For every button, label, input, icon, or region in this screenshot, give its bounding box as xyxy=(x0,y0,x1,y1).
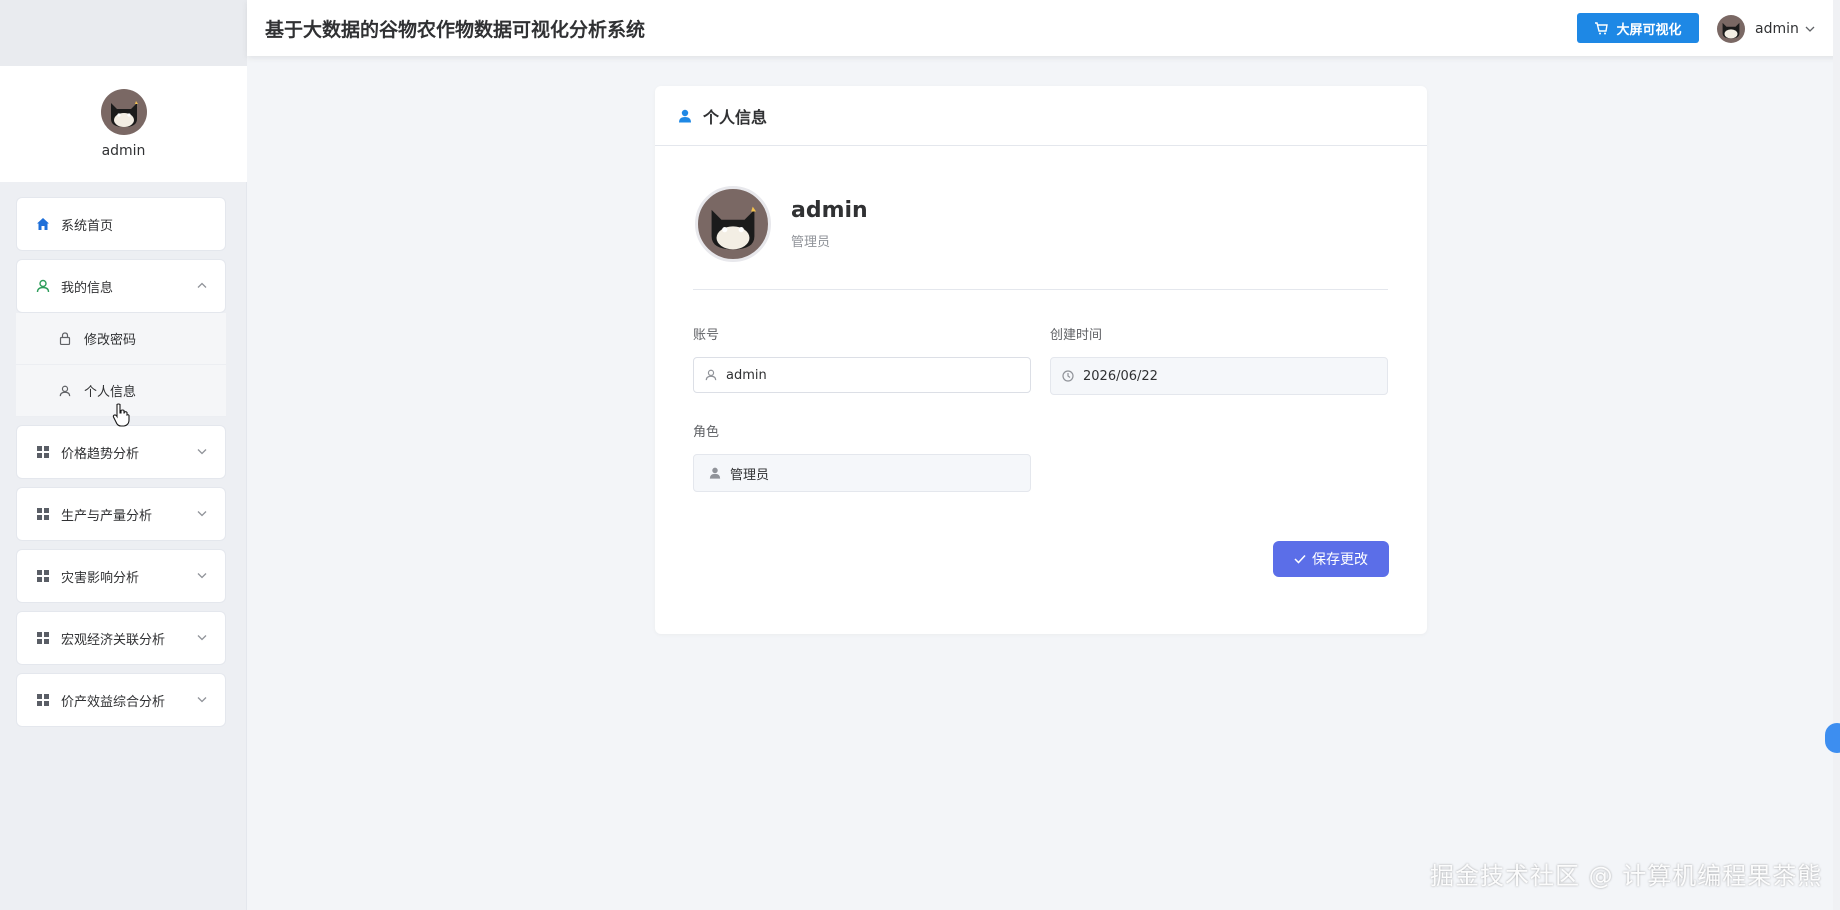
user-menu[interactable]: admin xyxy=(1717,14,1815,44)
home-icon xyxy=(35,216,51,232)
chevron-down-icon xyxy=(197,571,207,582)
bigscreen-button[interactable]: 大屏可视化 xyxy=(1577,13,1699,43)
profile-summary: admin 管理员 xyxy=(695,186,868,262)
chevron-down-icon xyxy=(197,447,207,458)
grid-icon xyxy=(35,692,51,708)
grid-icon xyxy=(35,506,51,522)
role-label: 角色 xyxy=(693,425,720,440)
sidebar-item-my-info[interactable]: 我的信息 xyxy=(16,259,226,313)
sidebar-top-strip xyxy=(0,0,247,66)
sidebar-menu: 系统首页 我的信息 修改密码 个人信息 价格趋势分析 生产与产量分析 灾害影响分… xyxy=(16,197,226,735)
lock-icon xyxy=(58,332,72,346)
clock-icon xyxy=(1061,369,1075,383)
profile-role: 管理员 xyxy=(791,235,831,250)
cat-avatar-icon xyxy=(110,101,138,128)
user-menu-name: admin xyxy=(1755,21,1799,37)
sidebar-item-label: 个人信息 xyxy=(84,385,137,400)
sidebar-item-production[interactable]: 生产与产量分析 xyxy=(16,487,226,541)
created-time-value: 2026/06/22 xyxy=(1083,368,1158,384)
app-title: 基于大数据的谷物农作物数据可视化分析系统 xyxy=(265,18,646,41)
save-button[interactable]: 保存更改 xyxy=(1273,541,1389,577)
hand-cursor-icon xyxy=(112,403,130,431)
sidebar-item-change-password[interactable]: 修改密码 xyxy=(16,313,226,365)
user-icon xyxy=(35,278,51,294)
grid-icon xyxy=(35,630,51,646)
chevron-down-icon xyxy=(197,509,207,520)
user-icon xyxy=(677,108,693,124)
role-field: 管理员 xyxy=(693,454,1031,492)
user-icon xyxy=(708,466,722,480)
sidebar-item-label: 灾害影响分析 xyxy=(61,570,140,586)
sidebar-profile-name: admin xyxy=(101,143,146,159)
cat-avatar-icon xyxy=(711,206,757,249)
user-icon xyxy=(704,368,718,382)
sidebar-item-disaster[interactable]: 灾害影响分析 xyxy=(16,549,226,603)
personal-info-card: 个人信息 admin 管理员 账号 admin 创建时间 2026/06/22 … xyxy=(655,86,1427,634)
account-field[interactable]: admin xyxy=(693,357,1031,393)
sidebar-item-macro[interactable]: 宏观经济关联分析 xyxy=(16,611,226,665)
chevron-down-icon xyxy=(197,695,207,706)
avatar[interactable] xyxy=(100,89,147,135)
sidebar-item-home[interactable]: 系统首页 xyxy=(16,197,226,251)
grid-icon xyxy=(35,444,51,460)
top-header: 基于大数据的谷物农作物数据可视化分析系统 大屏可视化 admin xyxy=(247,0,1840,56)
created-time-field: 2026/06/22 xyxy=(1050,357,1388,395)
sidebar-item-label: 修改密码 xyxy=(84,333,137,348)
sidebar-item-label: 宏观经济关联分析 xyxy=(61,632,166,648)
created-time-label: 创建时间 xyxy=(1050,328,1103,343)
user-icon xyxy=(58,384,72,398)
sidebar-item-price-trend[interactable]: 价格趋势分析 xyxy=(16,425,226,479)
sidebar-item-label: 我的信息 xyxy=(61,280,114,296)
account-label: 账号 xyxy=(693,328,720,343)
sidebar-profile: admin xyxy=(0,66,247,182)
chevron-up-icon xyxy=(197,281,207,292)
cart-icon xyxy=(1594,21,1609,35)
check-icon xyxy=(1294,554,1306,564)
card-header: 个人信息 xyxy=(655,86,1427,146)
sidebar-submenu-my-info: 修改密码 个人信息 xyxy=(16,313,226,417)
watermark: 掘金技术社区 @ 计算机编程果茶熊 xyxy=(1430,862,1823,890)
chevron-down-icon xyxy=(197,633,207,644)
sidebar-item-label: 生产与产量分析 xyxy=(61,508,153,524)
divider xyxy=(693,289,1388,290)
card-title: 个人信息 xyxy=(703,107,768,127)
profile-name: admin xyxy=(791,198,868,223)
cat-avatar-icon xyxy=(1722,23,1740,39)
role-value: 管理员 xyxy=(730,467,770,483)
chevron-down-icon xyxy=(1805,24,1815,35)
save-button-label: 保存更改 xyxy=(1312,551,1368,567)
sidebar: admin 系统首页 我的信息 修改密码 个人信息 价格趋势分析 生产与产量分析… xyxy=(0,0,247,910)
sidebar-item-label: 价格趋势分析 xyxy=(61,446,140,462)
scrollbar[interactable] xyxy=(1833,0,1840,910)
avatar xyxy=(1717,15,1745,43)
grid-icon xyxy=(35,568,51,584)
bigscreen-button-label: 大屏可视化 xyxy=(1616,21,1682,37)
account-value: admin xyxy=(726,367,767,383)
sidebar-item-benefit[interactable]: 价产效益综合分析 xyxy=(16,673,226,727)
avatar[interactable] xyxy=(695,186,771,262)
sidebar-item-label: 价产效益综合分析 xyxy=(61,694,166,710)
side-panel-toggle[interactable] xyxy=(1825,723,1840,753)
sidebar-item-label: 系统首页 xyxy=(61,218,114,234)
